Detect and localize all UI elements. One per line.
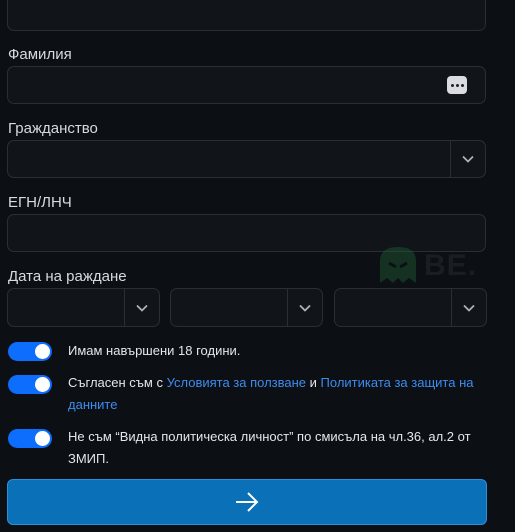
terms-consent-text: Съгласен съм с Условията за ползване и П…: [68, 375, 474, 412]
ghost-icon: [380, 247, 416, 283]
birth-month-select[interactable]: [170, 288, 323, 327]
more-dots-icon[interactable]: [447, 76, 467, 94]
age-consent-text: Имам навършени 18 години.: [68, 343, 241, 358]
watermark-text: BE.: [424, 249, 478, 282]
chevron-down-icon: [451, 289, 486, 326]
age-consent-toggle[interactable]: [8, 342, 52, 361]
birth-date-label: Дата на раждане: [8, 268, 127, 285]
last-name-input[interactable]: [7, 66, 486, 104]
chevron-down-icon: [287, 289, 322, 326]
terms-consent-toggle[interactable]: [8, 375, 52, 394]
submit-button[interactable]: [7, 479, 487, 525]
chevron-down-icon: [450, 141, 485, 177]
pep-consent-toggle[interactable]: [8, 429, 52, 448]
birth-year-select[interactable]: [334, 288, 487, 327]
citizenship-label: Гражданство: [8, 120, 98, 137]
chevron-down-icon: [124, 289, 159, 326]
pep-consent-text: Не съм “Видна политическа личност” по см…: [68, 429, 471, 466]
birth-day-select[interactable]: [7, 288, 160, 327]
brand-watermark: BE.: [376, 245, 486, 285]
first-name-input[interactable]: [7, 0, 486, 31]
citizenship-select[interactable]: [7, 140, 486, 178]
egn-label: ЕГН/ЛНЧ: [8, 194, 72, 211]
arrow-right-icon: [236, 492, 259, 512]
last-name-label: Фамилия: [8, 46, 72, 63]
terms-link[interactable]: Условията за ползване: [167, 375, 306, 390]
